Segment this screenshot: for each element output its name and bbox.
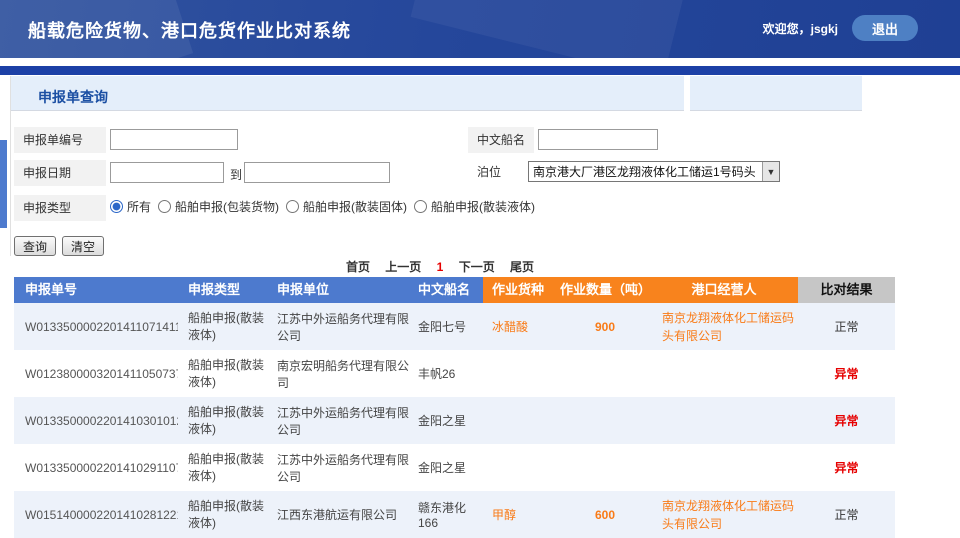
decl-type-label: 申报类型 [14,195,106,221]
cell-decl-no: W013350000220141029110742 [14,461,178,475]
clear-button[interactable]: 清空 [62,236,104,256]
cell-result: 异常 [798,365,895,382]
cell-cargo: 甲醇 [483,506,560,523]
cell-result: 异常 [798,459,895,476]
result-badge: 异常 [834,461,858,475]
cell-cargo: 冰醋酸 [483,318,560,335]
radio-all[interactable] [110,200,123,213]
cell-ship: 赣东港化166 [410,499,483,530]
results-table: 申报单号 申报类型 申报单位 中文船名 作业货种 作业数量（吨） 港口经营人 比… [14,277,895,538]
cell-ship: 金阳七号 [410,318,483,335]
ship-name-input[interactable] [538,129,658,150]
welcome-text: 欢迎您，jsgkj [763,20,838,37]
cell-agency: 江苏中外运船务代理有限公司 [268,310,410,344]
col-header-decl-no: 申报单号 [14,277,178,303]
cell-ship: 金阳之星 [410,459,483,476]
section-header-band-right [690,76,862,111]
pagination: 首页 上一页 1 下一页 尾页 [0,258,880,275]
decl-no-input[interactable] [110,129,238,150]
section-header-band: 申报单查询 [10,76,684,111]
col-header-cargo: 作业货种 [483,277,560,303]
radio-option-bulk-solid[interactable]: 船舶申报(散装固体) [286,198,407,215]
radio-option-all[interactable]: 所有 [110,198,151,215]
page-last-link[interactable]: 尾页 [510,260,534,274]
header-user-area: 欢迎您，jsgkj 退出 [763,14,918,42]
col-header-operator: 港口经营人 [650,277,798,303]
page-first-link[interactable]: 首页 [346,260,370,274]
decl-no-label: 申报单编号 [14,127,106,153]
cell-agency: 江苏中外运船务代理有限公司 [268,451,410,485]
col-header-qty: 作业数量（吨） [560,277,650,303]
table-row[interactable]: W015140000220141028122151 船舶申报(散装液体) 江西东… [14,491,895,538]
date-from-input[interactable] [110,162,224,183]
app-title: 船载危险货物、港口危货作业比对系统 [28,17,351,43]
cell-decl-no: W013350000220141030101217 [14,414,178,428]
cell-operator: 南京龙翔液体化工储运码头有限公司 [650,309,798,345]
cell-decl-no: W013350000220141107141109 [14,320,178,334]
result-badge: 异常 [834,367,858,381]
cell-ship: 金阳之星 [410,412,483,429]
radio-packaged[interactable] [158,200,171,213]
radio-option-bulk-liquid[interactable]: 船舶申报(散装液体) [414,198,535,215]
table-row[interactable]: W013350000220141107141109 船舶申报(散装液体) 江苏中… [14,303,895,350]
radio-option-label: 船舶申报(散装液体) [431,198,535,215]
cell-agency: 江苏中外运船务代理有限公司 [268,404,410,438]
cell-qty: 900 [560,320,650,334]
cell-decl-type: 船舶申报(散装液体) [178,451,268,485]
result-badge: 正常 [834,508,858,522]
result-badge: 正常 [834,320,858,334]
page-title: 申报单查询 [38,87,108,107]
table-row[interactable]: W013350000220141029110742 船舶申报(散装液体) 江苏中… [14,444,895,491]
left-border-line [10,76,11,256]
cell-result: 异常 [798,412,895,429]
query-button[interactable]: 查询 [14,236,56,256]
cell-ship: 丰帆26 [410,365,483,382]
berth-selected-value: 南京港大厂港区龙翔液体化工储运1号码头 [529,163,762,180]
header-accent-strip [0,66,960,75]
cell-operator: 南京龙翔液体化工储运码头有限公司 [650,497,798,533]
page-current: 1 [437,260,444,274]
cell-decl-type: 船舶申报(散装液体) [178,310,268,344]
berth-label: 泊位 [468,159,528,185]
cell-decl-type: 船舶申报(散装液体) [178,357,268,391]
col-header-agency: 申报单位 [268,277,410,303]
app-header: 船载危险货物、港口危货作业比对系统 欢迎您，jsgkj 退出 [0,0,960,58]
cell-agency: 南京宏明船务代理有限公司 [268,357,410,391]
berth-select[interactable]: 南京港大厂港区龙翔液体化工储运1号码头 ▼ [528,161,780,182]
table-row[interactable]: W013350000220141030101217 船舶申报(散装液体) 江苏中… [14,397,895,444]
date-to-input[interactable] [244,162,390,183]
page-prev-link[interactable]: 上一页 [385,260,421,274]
cell-agency: 江西东港航运有限公司 [268,506,410,523]
table-header-row: 申报单号 申报类型 申报单位 中文船名 作业货种 作业数量（吨） 港口经营人 比… [14,277,895,303]
radio-option-packaged[interactable]: 船舶申报(包装货物) [158,198,279,215]
cell-result: 正常 [798,506,895,523]
cell-result: 正常 [798,318,895,335]
header-decor-shape [411,0,690,58]
dropdown-arrow-icon[interactable]: ▼ [762,162,779,181]
cell-decl-type: 船舶申报(散装液体) [178,404,268,438]
radio-option-label: 所有 [127,198,151,215]
date-label: 申报日期 [14,160,106,186]
cell-qty: 600 [560,508,650,522]
radio-option-label: 船舶申报(包装货物) [175,198,279,215]
date-to-label: 到 [230,166,242,183]
radio-bulk-solid[interactable] [286,200,299,213]
logout-button[interactable]: 退出 [852,15,918,41]
table-row[interactable]: W012380000320141105073753 船舶申报(散装液体) 南京宏… [14,350,895,397]
ship-name-label: 中文船名 [468,127,534,153]
cell-decl-no: W012380000320141105073753 [14,367,178,381]
result-badge: 异常 [834,414,858,428]
radio-option-label: 船舶申报(散装固体) [303,198,407,215]
cell-decl-type: 船舶申报(散装液体) [178,498,268,532]
decl-type-radio-group: 所有 船舶申报(包装货物) 船舶申报(散装固体) 船舶申报(散装液体) [110,198,535,215]
radio-bulk-liquid[interactable] [414,200,427,213]
col-header-ship: 中文船名 [410,277,483,303]
page-next-link[interactable]: 下一页 [459,260,495,274]
cell-decl-no: W015140000220141028122151 [14,508,178,522]
left-scroll-accent[interactable] [0,140,7,228]
col-header-result: 比对结果 [798,277,895,303]
col-header-decl-type: 申报类型 [178,277,268,303]
